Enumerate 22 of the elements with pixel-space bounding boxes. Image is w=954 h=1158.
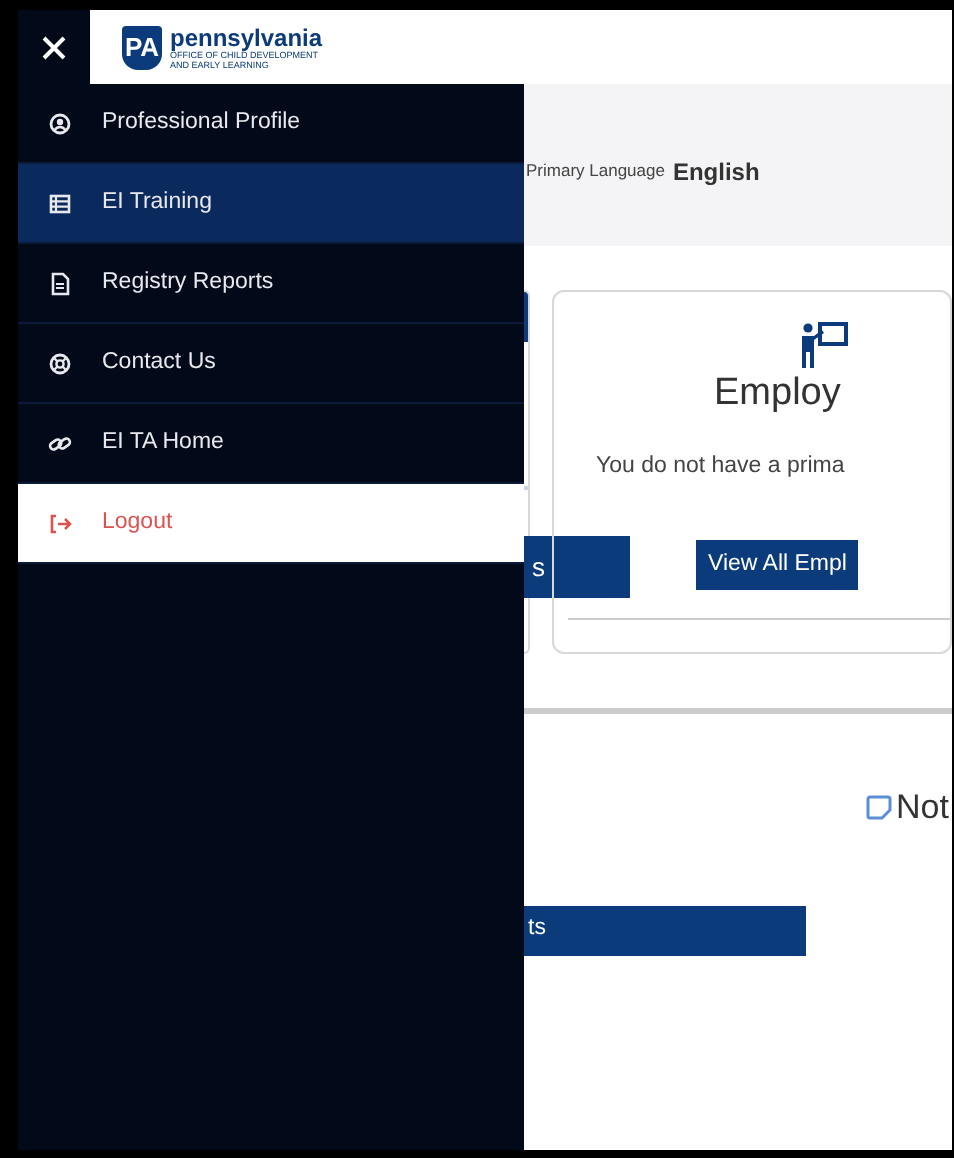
view-all-button[interactable]: View All Empl (696, 540, 859, 590)
note-icon (866, 794, 892, 821)
menu-item[interactable]: Logout (18, 484, 524, 564)
close-button[interactable] (18, 10, 90, 84)
menu-item[interactable]: EI Training (18, 164, 524, 244)
card-button[interactable]: s (524, 536, 630, 598)
card-title: Employ (714, 370, 841, 418)
table-icon (48, 191, 72, 215)
lifebuoy-icon (48, 351, 72, 375)
document-icon (48, 271, 72, 295)
logout-icon (48, 511, 72, 535)
logo-mark: PA (122, 25, 162, 69)
link-icon (48, 431, 72, 455)
action-button[interactable]: ts (524, 905, 806, 955)
field-label: Primary Language (526, 158, 665, 184)
person-icon (48, 111, 72, 135)
field-value: English (672, 155, 760, 189)
close-icon (42, 35, 66, 59)
teacher-icon (800, 322, 848, 370)
section-title: Not (896, 786, 949, 830)
logo-name: pennsylvania (170, 25, 323, 49)
card-text: You do not have a prima (596, 452, 845, 482)
